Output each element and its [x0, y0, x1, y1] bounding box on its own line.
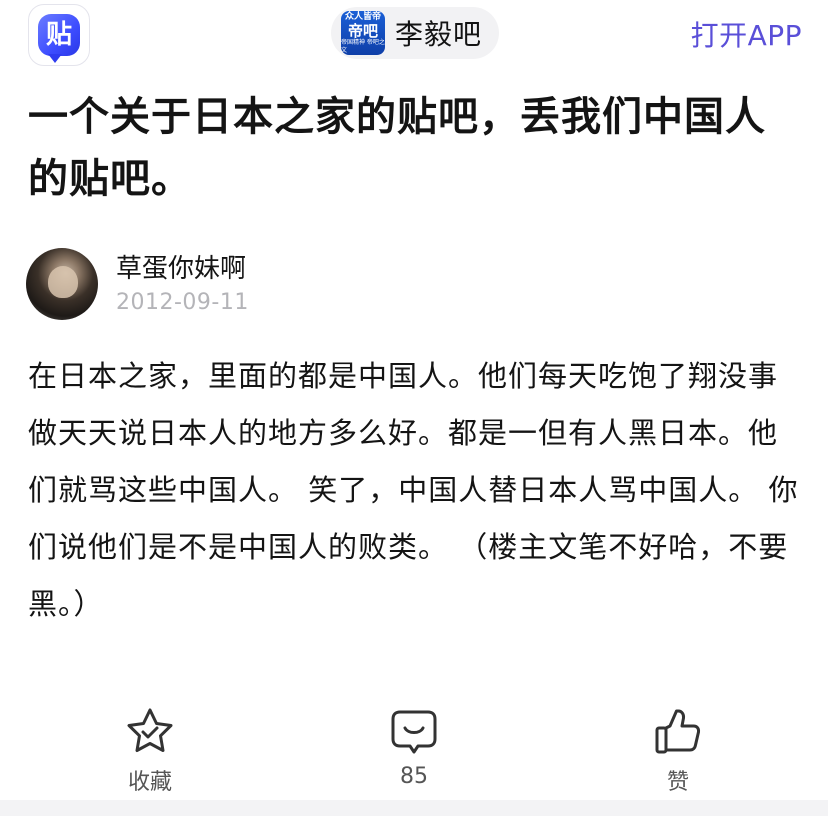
post-title: 一个关于日本之家的贴吧，丢我们中国人的贴吧。	[28, 94, 766, 202]
author-info: 草蛋你妹啊 2012-09-11	[26, 246, 626, 322]
like-label: 赞	[666, 770, 689, 795]
forum-avatar-line1: 众人皆帝	[344, 11, 381, 22]
forum-link[interactable]: 众人皆帝 帝吧 帝国精神 帝吧之文 李毅吧	[331, 7, 499, 59]
author-avatar[interactable]	[26, 248, 98, 320]
like-button[interactable]: 赞	[618, 706, 738, 802]
collect-button[interactable]: 收藏	[90, 706, 210, 802]
tieba-logo-icon[interactable]: 贴	[28, 4, 90, 66]
star-check-icon	[127, 708, 173, 752]
bottom-divider	[0, 800, 828, 816]
top-bar: 贴 众人皆帝 帝吧 帝国精神 帝吧之文 李毅吧 打开APP	[0, 0, 828, 68]
comment-bubble-icon	[391, 710, 437, 754]
forum-avatar: 众人皆帝 帝吧 帝国精神 帝吧之文	[341, 11, 385, 55]
forum-name: 李毅吧	[395, 18, 483, 51]
author-name[interactable]: 草蛋你妹啊	[116, 248, 246, 285]
forum-avatar-line3: 帝国精神 帝吧之文	[341, 38, 385, 54]
post-body: 在日本之家，里面的都是中国人。他们每天吃饱了翔没事做天天说日本人的地方多么好。都…	[28, 359, 799, 621]
forum-avatar-line2: 帝吧	[347, 21, 378, 40]
open-app-button[interactable]: 打开APP	[691, 14, 802, 54]
thumbs-up-icon	[655, 709, 701, 754]
tieba-logo-glyph: 贴	[38, 14, 80, 63]
action-bar: 收藏 85 赞	[0, 706, 828, 802]
collect-label: 收藏	[127, 770, 172, 795]
post-date: 2012-09-11	[116, 290, 249, 315]
comment-button[interactable]: 85	[354, 706, 474, 802]
comment-count: 85	[400, 764, 428, 789]
